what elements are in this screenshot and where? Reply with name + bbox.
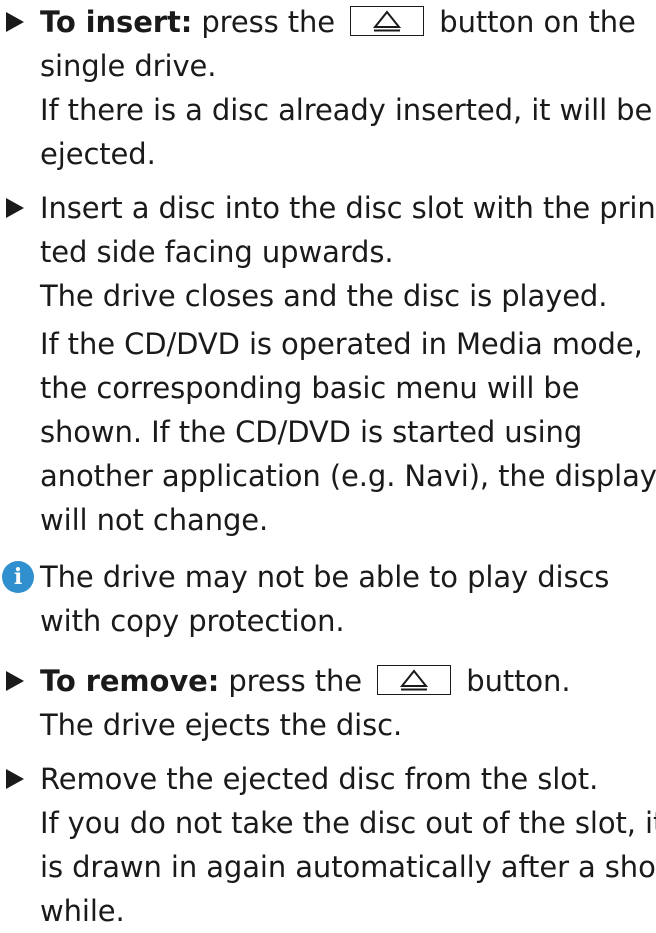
step-insert-line-4: ejected. (40, 137, 156, 171)
step-slot-line-3: is drawn in again automatically after a … (40, 850, 656, 884)
step-disc-line-8: will not change. (40, 503, 269, 537)
step-remove-line-1: To remove: press the button. (40, 659, 571, 703)
eject-icon (373, 10, 402, 32)
eject-icon (400, 669, 429, 691)
manual-page: To insert: press the button on the singl… (0, 0, 656, 928)
step-slot-line-2: If you do not take the disc out of the s… (40, 806, 656, 840)
step-disc-line-2: ted side facing upwards. (40, 235, 394, 269)
bullet-arrow-icon (6, 671, 24, 691)
bullet-arrow-icon (6, 12, 24, 32)
step-insert-line-1: To insert: press the button on the (40, 0, 636, 44)
note-line-2: with copy protection. (40, 604, 345, 638)
step-disc-line-5: the corresponding basic menu will be (40, 371, 580, 405)
eject-button-icon (377, 665, 452, 695)
step-slot-line-4: while. (40, 894, 125, 928)
step-insert-line-2: single drive. (40, 49, 217, 83)
step-remove-text-before: press the (219, 664, 363, 698)
step-remove-line-2: The drive ejects the disc. (40, 708, 403, 742)
step-remove-label: To remove: (40, 664, 220, 698)
info-icon: i (2, 561, 34, 593)
step-disc-line-4: If the CD/DVD is operated in Media mode, (40, 327, 643, 361)
step-insert-text-after: button on the (439, 5, 636, 39)
note-line-1: The drive may not be able to play discs (40, 560, 610, 594)
step-disc-line-3: The drive closes and the disc is played. (40, 279, 608, 313)
bullet-arrow-icon (6, 198, 24, 218)
step-remove-text-after: button. (466, 664, 571, 698)
step-disc-line-7: another application (e.g. Navi), the dis… (40, 459, 656, 493)
step-disc-line-1: Insert a disc into the disc slot with th… (40, 191, 656, 225)
step-insert-label: To insert: (40, 5, 193, 39)
bullet-arrow-icon (6, 769, 24, 789)
step-slot-line-1: Remove the ejected disc from the slot. (40, 762, 599, 796)
eject-button-icon (350, 6, 425, 36)
step-disc-line-6: shown. If the CD/DVD is started using (40, 415, 583, 449)
step-insert-text-before: press the (192, 5, 336, 39)
step-insert-line-3: If there is a disc already inserted, it … (40, 93, 653, 127)
